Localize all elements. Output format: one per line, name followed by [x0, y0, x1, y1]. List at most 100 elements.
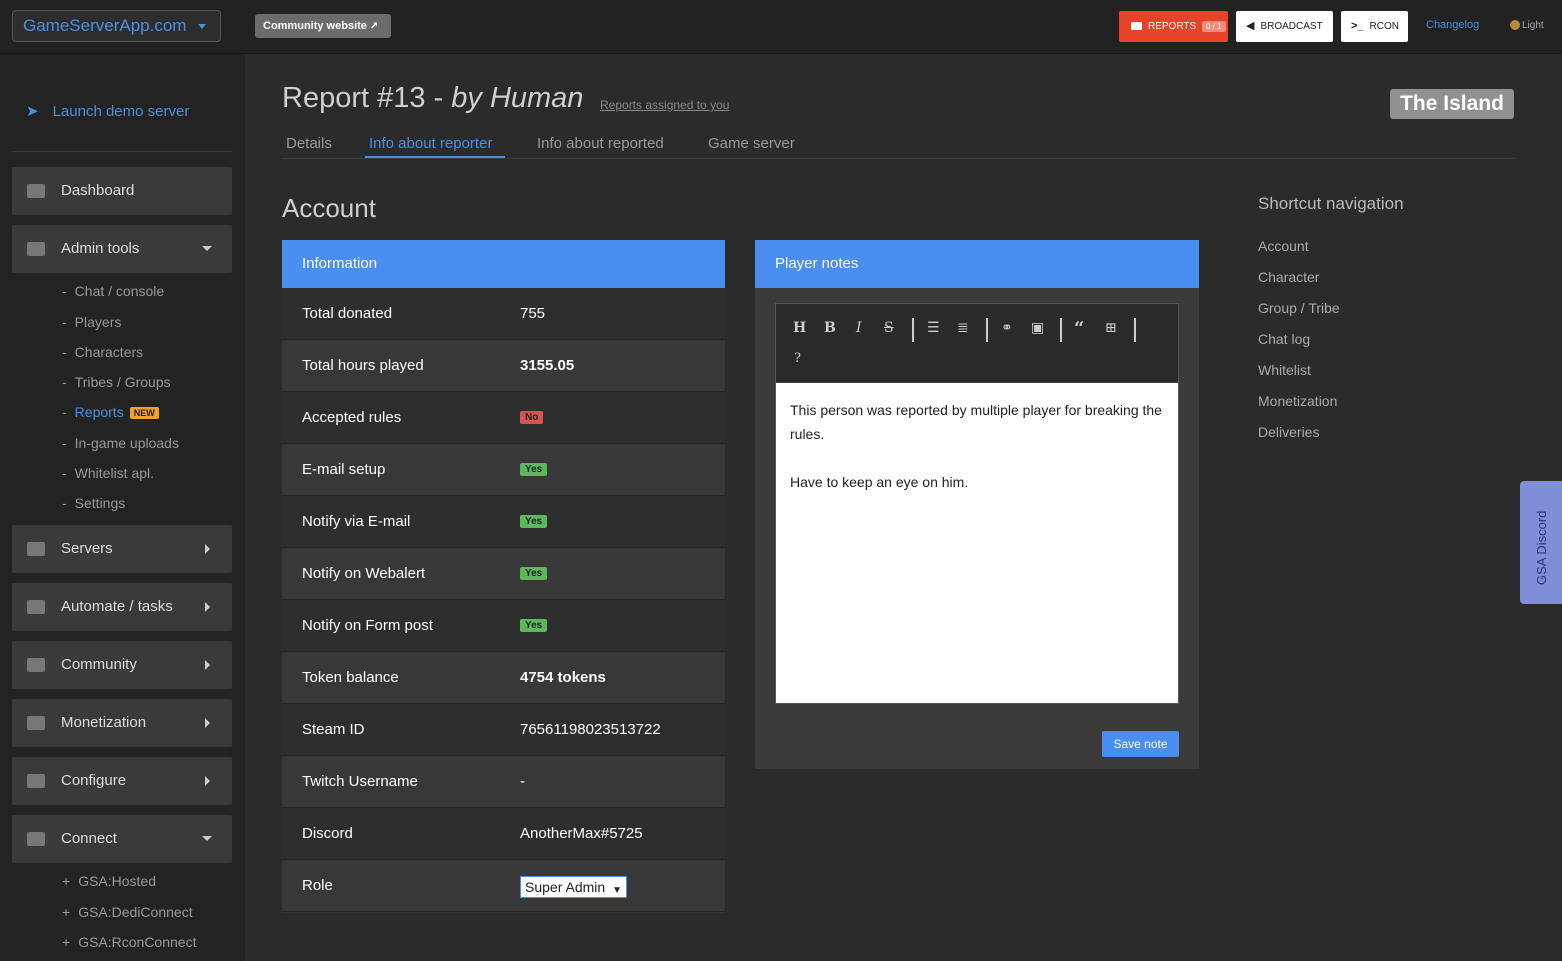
role-select[interactable]: Super Admin ▼ [520, 876, 627, 898]
shortcut-whitelist[interactable]: Whitelist [1258, 362, 1311, 378]
sidebar-item-monetization[interactable]: Monetization [12, 699, 232, 747]
sidebar-item-label: Configure [61, 772, 127, 789]
sidebar-sub-chat-console[interactable]: - Chat / console [62, 283, 164, 299]
reports-label: REPORTS [1148, 21, 1197, 32]
table-row: Total donated 755 [282, 288, 725, 340]
italic-icon[interactable]: I [856, 320, 862, 336]
row-value: 76561198023513722 [520, 721, 661, 738]
table-icon[interactable]: ⊞ [1105, 320, 1117, 336]
terminal-icon [27, 600, 45, 614]
shortcut-monetization[interactable]: Monetization [1258, 393, 1337, 409]
sidebar-item-label: Connect [61, 830, 117, 847]
sub-label: GSA:Hosted [78, 873, 157, 889]
rocket-icon: ➤ [26, 103, 39, 120]
quote-icon[interactable]: “ [1074, 318, 1084, 339]
information-heading: Information [282, 240, 725, 288]
report-number: Report #13 - [282, 82, 452, 114]
sidebar-sub-gsa-dediconnect[interactable]: + GSA:DediConnect [62, 904, 193, 920]
status-badge: No [520, 411, 544, 424]
shortcut-chat-log[interactable]: Chat log [1258, 331, 1310, 347]
sidebar-item-servers[interactable]: Servers [12, 525, 232, 573]
launch-demo-link[interactable]: ➤ Launch demo server [26, 102, 189, 120]
broadcast-button[interactable]: ◀ BROADCAST [1236, 11, 1333, 42]
wand-icon [27, 242, 45, 256]
strikethrough-icon[interactable]: S [884, 320, 894, 336]
theme-toggle[interactable]: Light [1510, 20, 1544, 31]
sidebar-item-dashboard[interactable]: Dashboard [12, 167, 232, 215]
sidebar-item-label: Dashboard [61, 182, 135, 199]
tab-details[interactable]: Details [286, 135, 332, 152]
row-label: Total hours played [302, 357, 424, 374]
sidebar-item-admin-tools[interactable]: Admin tools [12, 225, 232, 273]
heading-icon[interactable]: H [793, 320, 806, 336]
status-badge: Yes [520, 463, 548, 476]
row-label: Accepted rules [302, 409, 402, 426]
link-icon[interactable]: ⚭ [1001, 320, 1013, 336]
row-value: 755 [520, 305, 546, 322]
help-icon[interactable]: ? [794, 351, 801, 366]
chevron-right-icon [205, 776, 210, 786]
brand-dropdown[interactable]: GameServerApp.com [12, 10, 221, 42]
ordered-list-icon[interactable]: ≣ [957, 320, 969, 336]
chevron-right-icon [205, 718, 210, 728]
editor-content[interactable]: This person was reported by multiple pla… [776, 383, 1178, 509]
plug-icon [27, 832, 45, 846]
discord-tab-label: GSA Discord [1534, 510, 1549, 585]
image-icon[interactable]: ▣ [1031, 320, 1044, 336]
changelog-link[interactable]: Changelog [1426, 19, 1479, 31]
tab-info-about-reporter[interactable]: Info about reporter [369, 135, 492, 152]
table-row: Discord AnotherMax#5725 [282, 808, 725, 860]
reports-button[interactable]: REPORTS 0 / 1 [1119, 11, 1228, 42]
reports-count-badge: 0 / 1 [1201, 20, 1226, 32]
shortcut-account[interactable]: Account [1258, 238, 1309, 254]
tab-info-about-reported[interactable]: Info about reported [537, 135, 664, 152]
tab-game-server[interactable]: Game server [708, 135, 795, 152]
table-row: E-mail setup Yes [282, 444, 725, 496]
sidebar-item-automate[interactable]: Automate / tasks [12, 583, 232, 631]
sidebar-sub-players[interactable]: - Players [62, 314, 121, 330]
editor-toolbar: H B I S ☰ ≣ ⚭ ▣ “ ⊞ ? [776, 304, 1178, 383]
sidebar-sub-tribes-groups[interactable]: - Tribes / Groups [62, 374, 171, 390]
row-label: Role [302, 877, 333, 894]
community-website-button[interactable]: Community website ↗ [255, 14, 391, 38]
table-row: Notify on Form post Yes [282, 600, 725, 652]
save-note-button[interactable]: Save note [1102, 731, 1179, 757]
sub-label: Settings [74, 495, 126, 511]
rcon-button[interactable]: >_ RCON [1341, 11, 1408, 42]
sidebar-sub-whitelist[interactable]: - Whitelist apl. [62, 465, 154, 481]
shortcut-character[interactable]: Character [1258, 269, 1319, 285]
sidebar-item-community[interactable]: Community [12, 641, 232, 689]
table-row: Steam ID 76561198023513722 [282, 704, 725, 756]
shortcut-deliveries[interactable]: Deliveries [1258, 424, 1319, 440]
status-badge: Yes [520, 567, 548, 580]
reports-assigned-link[interactable]: Reports assigned to you [600, 98, 729, 112]
sidebar-sub-reports[interactable]: - Reports NEW [62, 404, 159, 420]
sidebar-sub-gsa-hosted[interactable]: + GSA:Hosted [62, 873, 156, 889]
sidebar-sub-characters[interactable]: - Characters [62, 344, 143, 360]
bold-icon[interactable]: B [824, 320, 836, 336]
chevron-right-icon [205, 602, 210, 612]
sidebar-item-label: Monetization [61, 714, 147, 731]
row-label: Discord [302, 825, 353, 842]
sidebar-sub-settings[interactable]: - Settings [62, 495, 125, 511]
chevron-right-icon [205, 544, 210, 554]
information-panel: Information Total donated 755 Total hours… [282, 240, 725, 913]
shortcut-nav-title: Shortcut navigation [1258, 194, 1404, 213]
sidebar-sub-ingame-uploads[interactable]: - In-game uploads [62, 435, 179, 451]
row-label: Token balance [302, 669, 399, 686]
sidebar-item-configure[interactable]: Configure [12, 757, 232, 805]
sun-icon [1510, 20, 1520, 31]
row-label: Twitch Username [302, 773, 418, 790]
sidebar-item-connect[interactable]: Connect [12, 815, 232, 863]
new-badge: NEW [129, 407, 159, 420]
notes-editor[interactable]: H B I S ☰ ≣ ⚭ ▣ “ ⊞ ? This person was re… [775, 303, 1179, 704]
toolbar-separator [1060, 318, 1062, 342]
shortcut-group-tribe[interactable]: Group / Tribe [1258, 300, 1340, 316]
information-table: Total donated 755 Total hours played 3155.… [282, 288, 725, 912]
unordered-list-icon[interactable]: ☰ [927, 320, 940, 336]
discord-side-tab[interactable]: GSA Discord [1520, 481, 1562, 604]
sidebar: ➤ Launch demo server Dashboard Admin tool… [0, 54, 245, 961]
toolbar-separator [912, 318, 914, 342]
sidebar-sub-gsa-rconconnect[interactable]: + GSA:RconConnect [62, 934, 196, 950]
rcon-label: RCON [1369, 21, 1399, 32]
